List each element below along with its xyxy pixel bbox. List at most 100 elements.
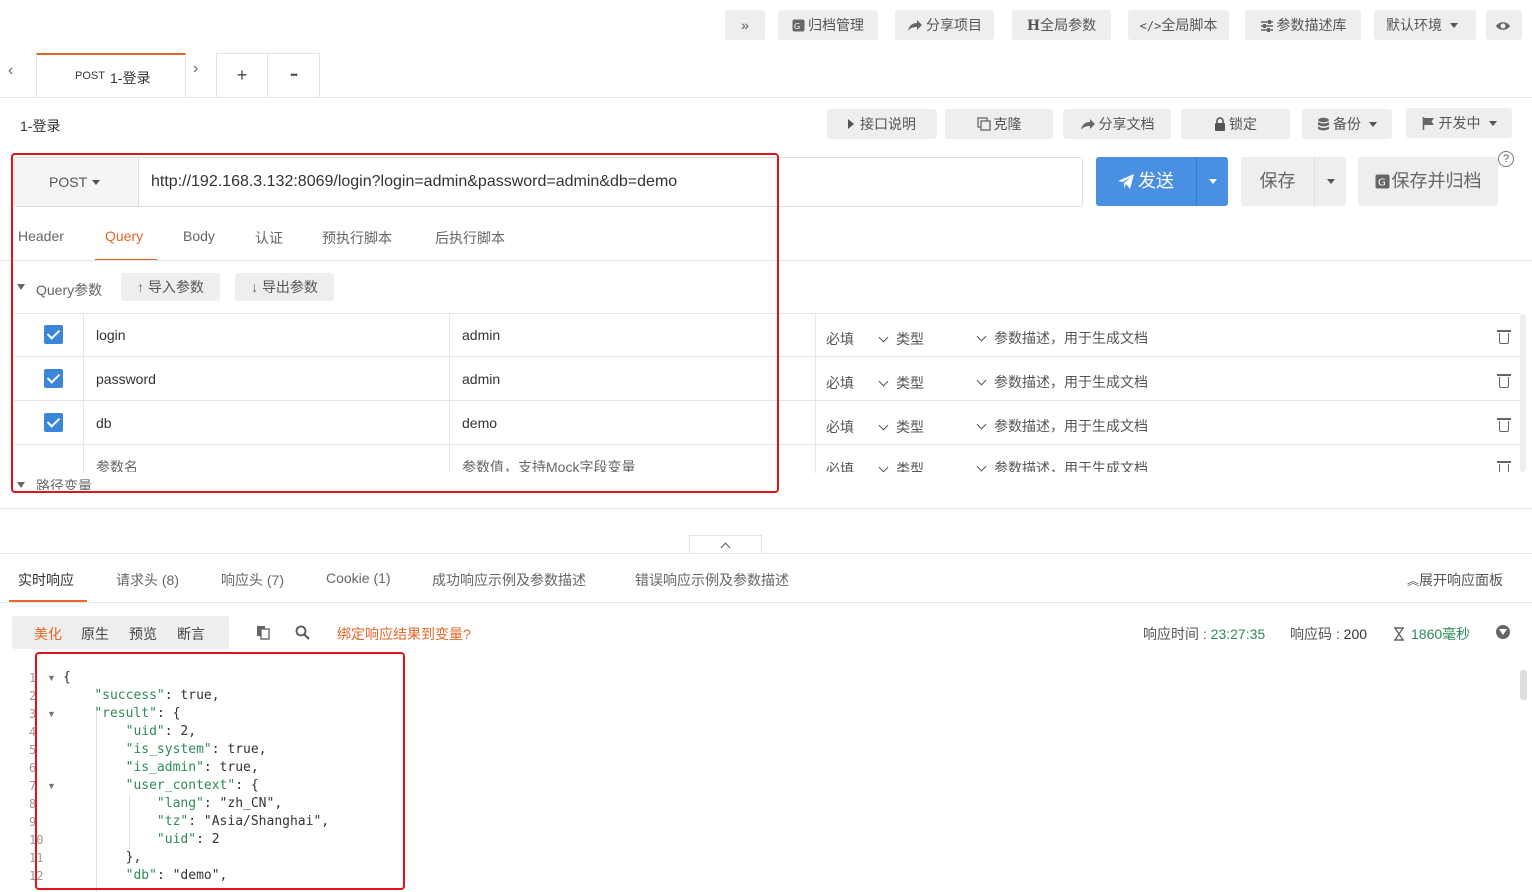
type-select[interactable]: 类型 [878, 417, 924, 437]
share-doc-button[interactable]: 分享文档 [1063, 109, 1171, 139]
required-select[interactable]: 必填 [826, 373, 854, 393]
download-icon[interactable] [1496, 625, 1510, 639]
sliders-icon [1260, 20, 1273, 32]
more-tabs-button[interactable]: ••• [268, 53, 320, 97]
eye-icon [1495, 22, 1510, 30]
view-mode-raw[interactable]: 原生 [81, 624, 109, 644]
save-and-archive-button[interactable]: G 保存并归档 [1358, 157, 1498, 206]
lock-button[interactable]: 锁定 [1181, 109, 1290, 139]
response-duration: 1860毫秒 [1393, 624, 1470, 644]
hourglass-icon [1394, 627, 1404, 641]
tab-method: POST [75, 70, 105, 82]
tab-error-example[interactable]: 错误响应示例及参数描述 [635, 570, 789, 590]
tab-response-headers[interactable]: 响应头 (7) [221, 570, 284, 590]
expand-sidebar-button[interactable]: » [725, 10, 765, 40]
flag-icon [1422, 117, 1434, 130]
view-mode-preview[interactable]: 预览 [129, 624, 157, 644]
svg-text:G: G [794, 22, 800, 31]
trash-icon[interactable] [1497, 330, 1511, 344]
response-time: 响应时间 : 23:27:35 [1143, 626, 1266, 642]
trash-icon[interactable] [1497, 461, 1511, 472]
panel-resize-handle[interactable] [689, 535, 762, 554]
editor-scrollbar[interactable] [1520, 670, 1527, 700]
view-mode-pretty[interactable]: 美化 [34, 624, 62, 644]
clone-button[interactable]: 克隆 [945, 109, 1053, 139]
type-select[interactable]: 类型 [878, 329, 924, 349]
chevron-down-icon [976, 419, 987, 430]
param-desc-input[interactable]: 参数描述，用于生成文档 [976, 458, 1148, 472]
save-button[interactable]: 保存 [1241, 157, 1314, 206]
copy-icon[interactable] [256, 625, 270, 640]
share-icon [1080, 119, 1095, 130]
env-select[interactable]: 默认环境 [1374, 10, 1476, 40]
chevron-down-icon [878, 376, 889, 387]
divider [0, 602, 1532, 603]
lock-icon [1215, 117, 1225, 131]
divider [0, 553, 1532, 554]
play-icon [848, 119, 854, 129]
share-icon [908, 20, 922, 31]
tab-cookie[interactable]: Cookie (1) [326, 570, 391, 586]
tab-request-headers[interactable]: 请求头 (8) [116, 570, 179, 590]
trash-icon[interactable] [1497, 418, 1511, 432]
code-icon: </> [1139, 19, 1162, 33]
caret-down-icon [1450, 23, 1458, 28]
chevron-down-icon [878, 462, 889, 472]
required-select[interactable]: 必填 [826, 459, 854, 472]
table-scrollbar[interactable] [1520, 314, 1526, 472]
tab-success-example[interactable]: 成功响应示例及参数描述 [432, 570, 586, 590]
view-mode-group: 美化 原生 预览 断言 [12, 616, 229, 649]
bind-response-var-link[interactable]: 绑定响应结果到变量? [337, 624, 471, 644]
chevron-up-icon [720, 542, 731, 553]
archive-manage-button[interactable]: G 归档管理 [778, 10, 878, 40]
view-mode-assert[interactable]: 断言 [177, 624, 205, 644]
save-button-group: 保存 [1241, 157, 1346, 206]
status-dropdown[interactable]: 开发中 [1406, 108, 1512, 138]
tab-title: 1-登录 [110, 70, 151, 86]
add-tab-button[interactable]: + [216, 53, 268, 97]
caret-down-icon [1326, 179, 1335, 184]
tab-scroll-left-icon[interactable]: ‹ [8, 62, 13, 80]
tab-request-login[interactable]: POST 1-登录 [36, 53, 186, 98]
caret-down-icon [1208, 179, 1217, 184]
caret-down-icon [1488, 121, 1497, 126]
global-params-button[interactable]: H全局参数 [1012, 10, 1111, 40]
preview-toggle-button[interactable] [1486, 10, 1522, 40]
tab-scroll-right-icon[interactable]: › [193, 60, 198, 78]
chevron-down-icon [878, 420, 889, 431]
search-icon[interactable] [295, 625, 310, 640]
archive-icon: G [1375, 174, 1389, 189]
help-icon[interactable]: ? [1498, 151, 1514, 167]
chevron-down-icon [976, 461, 987, 472]
param-desc[interactable]: 参数描述，用于生成文档 [976, 328, 1148, 348]
send-options-button[interactable] [1197, 157, 1228, 206]
global-script-button[interactable]: </>全局脚本 [1128, 10, 1229, 40]
tab-live-response[interactable]: 实时响应 [18, 570, 74, 590]
save-options-button[interactable] [1315, 157, 1346, 206]
divider [0, 508, 1532, 509]
response-code: 响应码 : 200 [1290, 626, 1368, 642]
required-select[interactable]: 必填 [826, 329, 854, 349]
type-select[interactable]: 类型 [878, 459, 924, 472]
param-desc[interactable]: 参数描述，用于生成文档 [976, 372, 1148, 392]
paper-plane-icon [1118, 174, 1134, 189]
share-project-button[interactable]: 分享项目 [895, 10, 994, 40]
backup-dropdown[interactable]: 备份 [1302, 109, 1392, 139]
highlight-box [35, 652, 405, 890]
param-desc[interactable]: 参数描述，用于生成文档 [976, 416, 1148, 436]
copy-icon [976, 117, 991, 131]
param-desc-lib-button[interactable]: 参数描述库 [1245, 10, 1361, 40]
trash-icon[interactable] [1497, 374, 1511, 388]
archive-icon: G [792, 19, 805, 32]
send-button[interactable]: 发送 [1096, 157, 1196, 206]
expand-response-panel-button[interactable]: ︽展开响应面板 [1407, 570, 1503, 590]
send-button-group: 发送 [1096, 157, 1228, 206]
required-select[interactable]: 必填 [826, 417, 854, 437]
divider [0, 97, 1532, 98]
type-select[interactable]: 类型 [878, 373, 924, 393]
chevron-down-icon [976, 375, 987, 386]
api-doc-button[interactable]: 接口说明 [827, 109, 937, 139]
caret-down-icon [1369, 122, 1377, 127]
api-title: 1-登录 [20, 118, 61, 134]
chevron-down-icon [878, 332, 889, 343]
